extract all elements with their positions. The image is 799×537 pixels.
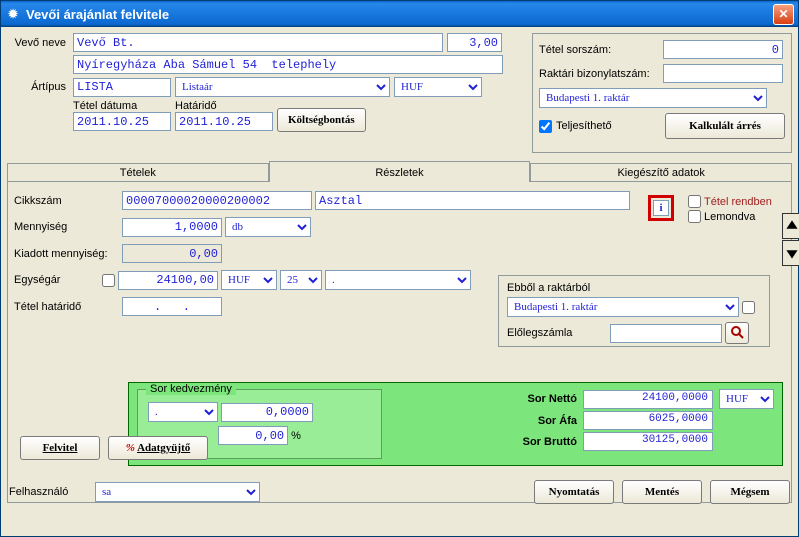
doc-no-label: Raktári bizonylatszám:: [539, 68, 659, 80]
discount-title: Sor kedvezmény: [146, 383, 236, 395]
tab-extra[interactable]: Kiegészítő adatok: [530, 163, 792, 182]
itemname-input[interactable]: [315, 191, 630, 210]
advance-label: Előlegszámla: [507, 327, 607, 339]
issued-input: [122, 244, 222, 263]
user-select[interactable]: sa: [95, 482, 260, 502]
price-extra-select[interactable]: .: [325, 270, 471, 290]
search-icon: [730, 325, 744, 339]
item-cancel-label: Lemondva: [704, 211, 755, 223]
deadline-input[interactable]: [175, 112, 273, 131]
qty-input[interactable]: [122, 218, 222, 237]
advance-input[interactable]: [610, 324, 722, 343]
close-button[interactable]: ✕: [773, 4, 794, 25]
customer-qty-input[interactable]: [447, 33, 502, 52]
arrow-up-button[interactable]: [782, 213, 799, 239]
warehouse-select[interactable]: Budapesti 1. raktár: [539, 88, 767, 108]
pricetype-input[interactable]: [73, 78, 171, 97]
item-deadline-label: Tétel határidő: [14, 301, 119, 313]
gross-value: 30125,0000: [583, 432, 713, 451]
pricetype-label: Ártípus: [7, 81, 69, 93]
stock-label: Ebből a raktárból: [507, 282, 590, 294]
discount-select[interactable]: .: [148, 402, 218, 422]
qty-label: Mennyiség: [14, 221, 119, 233]
customer-label: Vevő neve: [7, 37, 69, 49]
price-checkbox[interactable]: [102, 274, 115, 287]
currency-select[interactable]: HUF: [394, 77, 482, 97]
price-currency-select[interactable]: HUF: [221, 270, 277, 290]
net-currency-select[interactable]: HUF: [719, 389, 774, 409]
item-ok-checkbox[interactable]: [688, 195, 701, 208]
item-cancel-checkbox-row: Lemondva: [688, 210, 772, 223]
advance-lookup-button[interactable]: [725, 322, 749, 344]
customer-name-input[interactable]: [73, 33, 443, 52]
record-button[interactable]: Felvitel: [20, 436, 100, 460]
line-no-label: Tétel sorszám:: [539, 44, 659, 56]
app-icon: ✹: [5, 6, 21, 22]
vat-value: 6025,0000: [583, 411, 713, 430]
stock-checkbox[interactable]: [742, 301, 755, 314]
discount-pct-input[interactable]: [218, 426, 288, 445]
print-button[interactable]: Nyomtatás: [534, 480, 614, 504]
cost-breakdown-button[interactable]: Költségbontás: [277, 108, 366, 132]
tab-items[interactable]: Tételek: [7, 163, 269, 182]
percent-sign: %: [291, 430, 301, 442]
price-input[interactable]: [118, 271, 218, 290]
user-label: Felhasználó: [9, 486, 87, 498]
vat-select[interactable]: 25: [280, 270, 322, 290]
price-label: Egységár: [14, 274, 99, 286]
item-cancel-checkbox[interactable]: [688, 210, 701, 223]
doc-no-input[interactable]: [663, 64, 783, 83]
arrow-down-button[interactable]: [782, 240, 799, 266]
date-label: Tétel dátuma: [73, 100, 171, 112]
collector-button[interactable]: % Adatgyüjtő: [108, 436, 208, 460]
pricename-select[interactable]: Listaár: [175, 77, 390, 97]
deadline-label: Határidő: [175, 100, 273, 112]
item-deadline-input[interactable]: [122, 297, 222, 316]
issued-label: Kiadott mennyiség:: [14, 248, 119, 260]
stock-warehouse-select[interactable]: Budapesti 1. raktár: [507, 297, 739, 317]
itemno-label: Cikkszám: [14, 195, 119, 207]
customer-address-input[interactable]: [73, 55, 503, 74]
cancel-button[interactable]: Mégsem: [710, 480, 790, 504]
discount-value-input[interactable]: [221, 403, 313, 422]
tab-details[interactable]: Részletek: [269, 161, 531, 182]
item-ok-label: Tétel rendben: [704, 196, 772, 208]
window-title: Vevői árajánlat felvitele: [26, 7, 773, 22]
vat-label: Sor Áfa: [538, 415, 577, 427]
line-no-input[interactable]: [663, 40, 783, 59]
item-date-input[interactable]: [73, 112, 171, 131]
gross-label: Sor Bruttó: [523, 436, 577, 448]
unit-select[interactable]: db: [225, 217, 311, 237]
margin-button[interactable]: Kalkulált árrés: [665, 113, 785, 139]
info-button[interactable]: i: [648, 195, 674, 221]
net-value: 24100,0000: [583, 390, 713, 409]
save-button[interactable]: Mentés: [622, 480, 702, 504]
item-ok-checkbox-row: Tétel rendben: [688, 195, 772, 208]
fulfillable-checkbox[interactable]: Teljesíthető: [539, 120, 612, 133]
itemno-input[interactable]: [122, 191, 312, 210]
net-label: Sor Nettó: [528, 393, 578, 405]
